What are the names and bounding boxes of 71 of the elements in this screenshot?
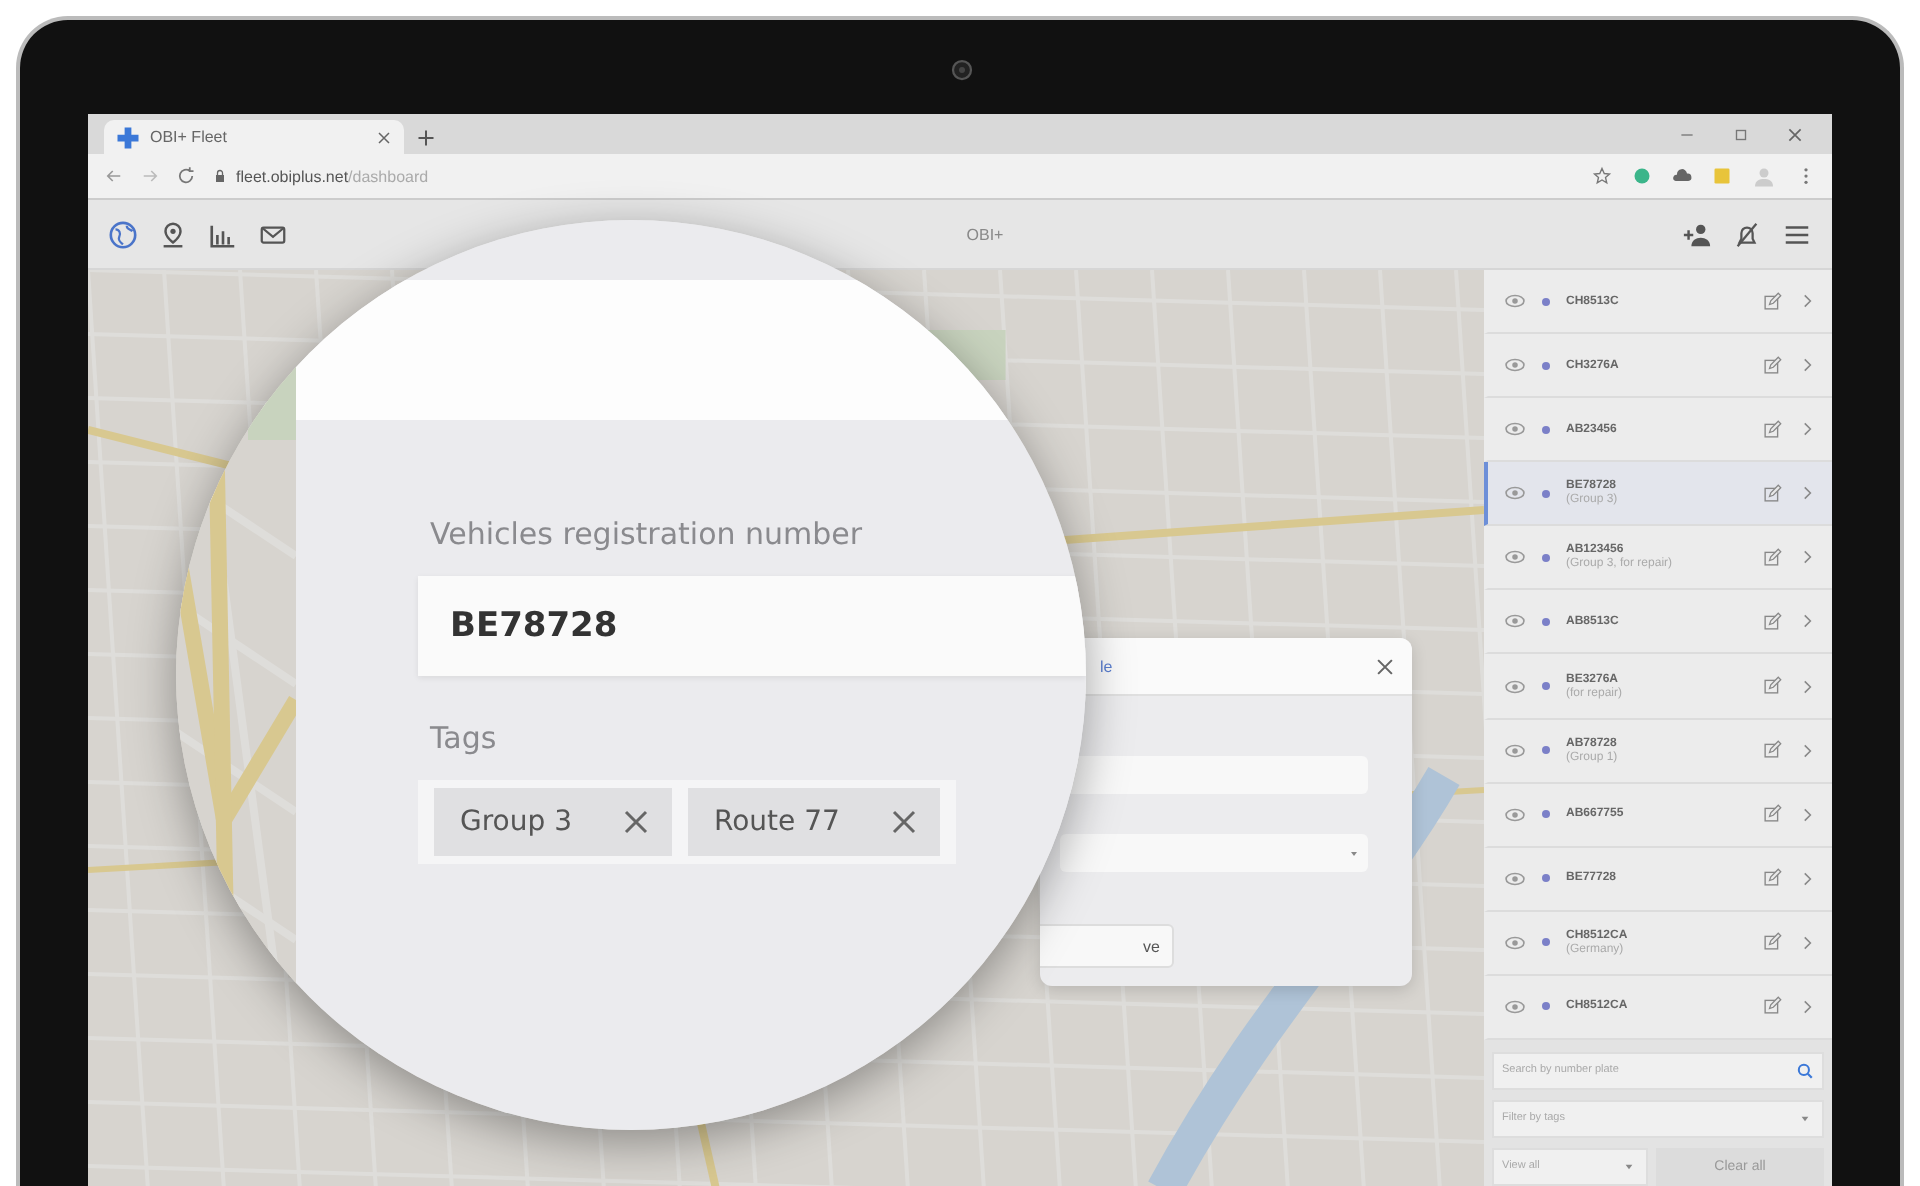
eye-icon[interactable] <box>1504 354 1526 377</box>
tags-field[interactable]: Group 3 Route 77 <box>418 780 956 864</box>
status-dot <box>1542 617 1550 626</box>
edit-icon[interactable] <box>1762 868 1782 889</box>
eye-icon[interactable] <box>1504 931 1526 954</box>
status-dot <box>1542 553 1550 562</box>
edit-icon[interactable] <box>1762 996 1782 1017</box>
tag-chip[interactable]: Route 77 <box>687 788 940 856</box>
edit-icon[interactable] <box>1762 932 1782 953</box>
status-dot <box>1542 938 1550 947</box>
forward-icon[interactable] <box>140 166 160 186</box>
lock-icon <box>212 168 228 184</box>
globe-icon[interactable] <box>108 219 138 249</box>
status-dot <box>1542 810 1550 819</box>
location-pin-icon[interactable] <box>158 219 188 249</box>
eye-icon[interactable] <box>1504 739 1526 762</box>
save-button[interactable]: ve <box>1040 924 1174 968</box>
edit-icon[interactable] <box>1762 740 1782 761</box>
status-dot <box>1542 682 1550 690</box>
edit-icon[interactable] <box>1762 355 1782 376</box>
eye-icon[interactable] <box>1504 995 1526 1018</box>
search-icon[interactable] <box>1796 1061 1814 1080</box>
status-dot <box>1542 746 1550 755</box>
tab-close-icon[interactable] <box>376 129 392 145</box>
bookmark-star-icon[interactable] <box>1592 166 1612 186</box>
eye-icon[interactable] <box>1504 482 1526 505</box>
reload-icon[interactable] <box>176 166 196 186</box>
app-logo-icon <box>116 125 140 149</box>
status-dot <box>1542 489 1550 498</box>
eye-icon[interactable] <box>1504 867 1526 890</box>
eye-icon[interactable] <box>1504 803 1526 826</box>
edit-icon[interactable] <box>1762 291 1782 312</box>
registration-number-field[interactable]: BE78728 <box>418 576 1086 676</box>
remove-tag-icon[interactable] <box>619 806 652 838</box>
remove-tag-icon[interactable] <box>887 806 920 838</box>
status-dot <box>1542 425 1550 434</box>
status-dot <box>1542 1002 1550 1011</box>
maximize-icon[interactable] <box>1732 125 1750 143</box>
close-icon[interactable] <box>1374 655 1396 677</box>
tag-chip[interactable]: Group 3 <box>434 788 672 856</box>
dialog-title: le <box>1100 657 1113 675</box>
notes-icon[interactable] <box>1712 166 1732 186</box>
profile-icon[interactable] <box>1752 164 1776 188</box>
browser-tab[interactable]: OBI+ Fleet <box>104 120 404 154</box>
notifications-off-icon[interactable] <box>1732 219 1762 249</box>
extension-icon[interactable] <box>1632 166 1652 186</box>
eye-icon[interactable] <box>1504 610 1526 633</box>
cloud-icon[interactable] <box>1672 166 1692 186</box>
eye-icon[interactable] <box>1504 546 1526 569</box>
edit-icon[interactable] <box>1762 419 1782 440</box>
edit-icon[interactable] <box>1762 611 1782 632</box>
eye-icon[interactable] <box>1504 418 1526 441</box>
edit-icon[interactable] <box>1762 804 1782 825</box>
camera-icon <box>950 58 974 82</box>
url-text[interactable]: fleet.obiplus.net/dashboard <box>236 167 429 185</box>
eye-icon[interactable] <box>1504 675 1526 697</box>
field-label: Vehicles registration number <box>430 516 865 552</box>
status-dot <box>1542 361 1550 370</box>
edit-icon[interactable] <box>1762 676 1782 696</box>
select-field[interactable] <box>1060 834 1368 872</box>
back-icon[interactable] <box>104 166 124 186</box>
close-icon[interactable] <box>1786 125 1804 143</box>
new-tab-icon[interactable] <box>416 128 436 148</box>
add-user-icon[interactable] <box>1682 219 1712 249</box>
edit-icon[interactable] <box>1762 483 1782 504</box>
status-dot <box>1542 874 1550 883</box>
field-label: Tags <box>430 720 499 756</box>
edit-icon[interactable] <box>1762 547 1782 568</box>
app-title: OBI+ <box>964 225 1006 243</box>
eye-icon[interactable] <box>1504 290 1526 313</box>
status-dot <box>1542 297 1550 306</box>
